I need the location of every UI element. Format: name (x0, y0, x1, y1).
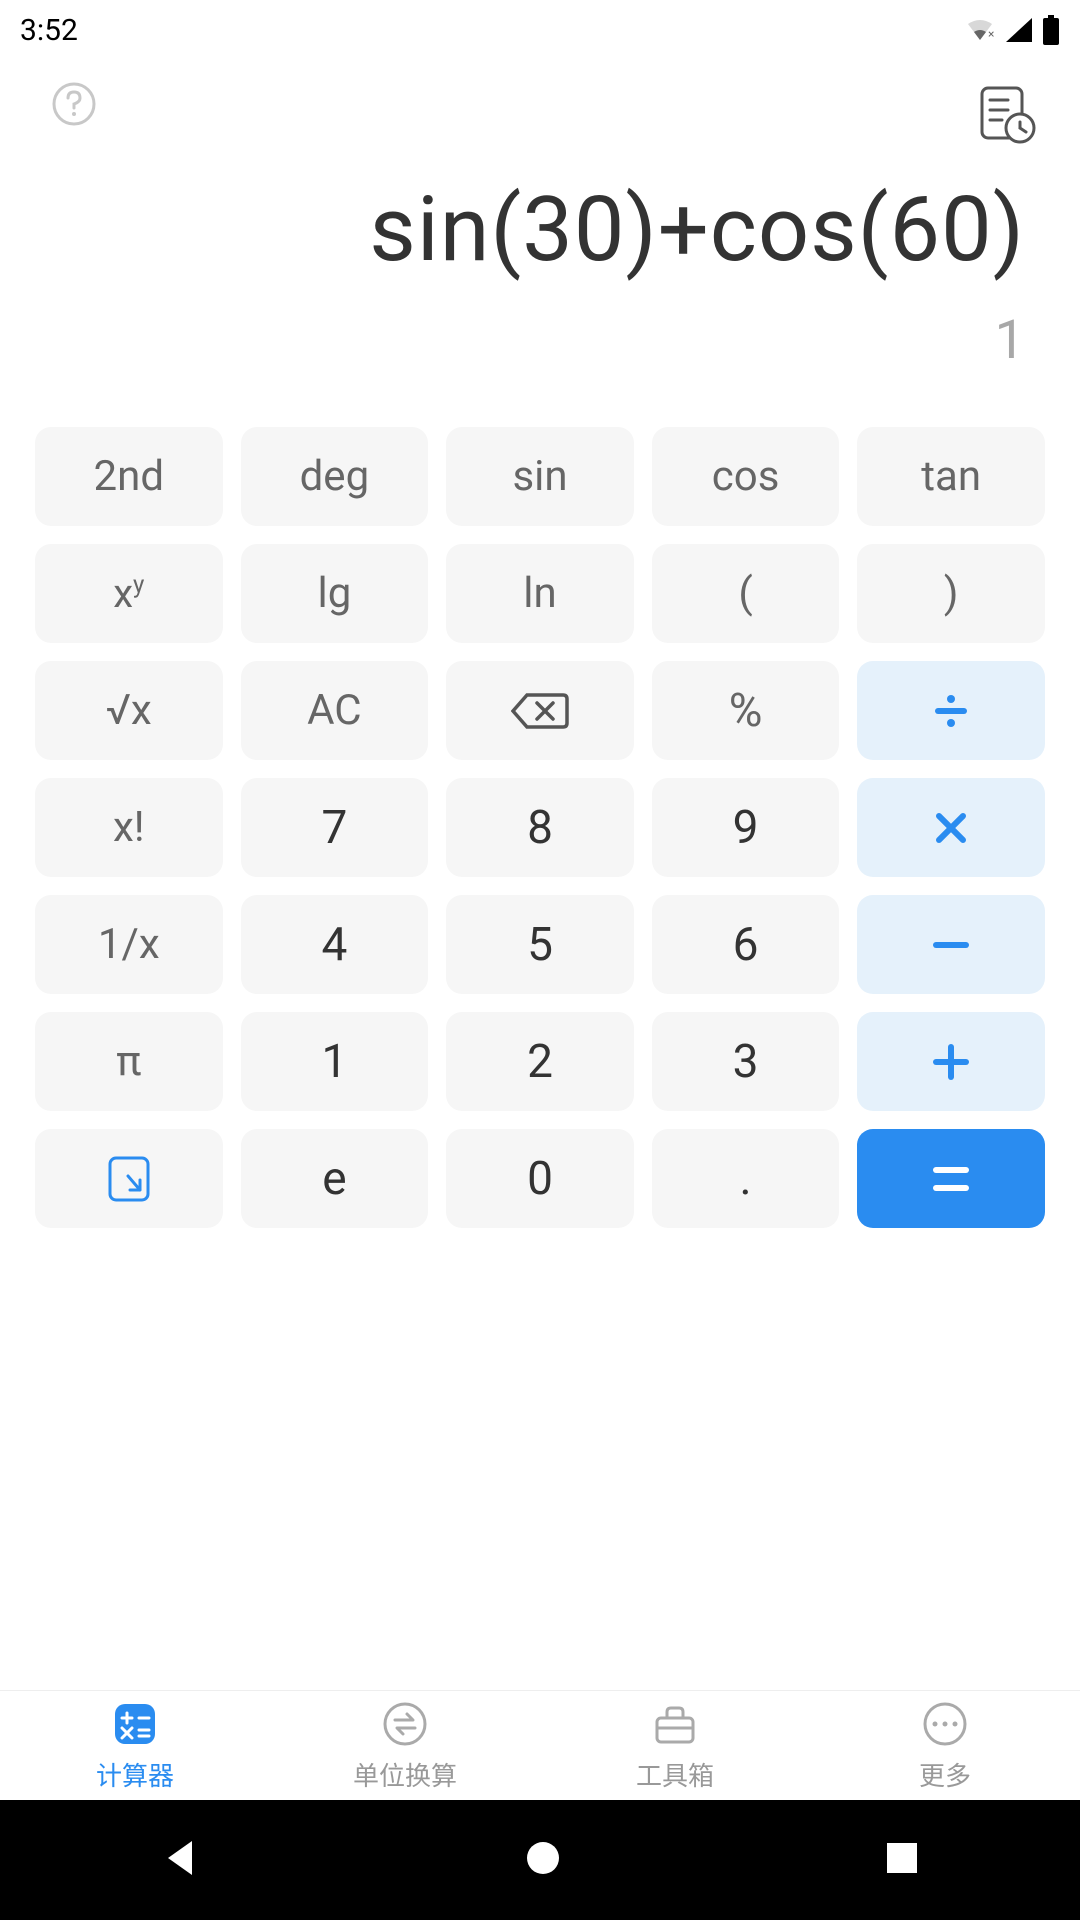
system-back-button[interactable] (160, 1837, 202, 1883)
nav-toolbox-label: 工具箱 (636, 1756, 714, 1793)
help-button[interactable] (50, 80, 98, 128)
key-minus[interactable] (857, 895, 1045, 994)
status-bar: 3:52 × (0, 0, 1080, 60)
key-ln[interactable]: ln (446, 544, 634, 643)
key-sin[interactable]: sin (446, 427, 634, 526)
key-e[interactable]: e (241, 1129, 429, 1228)
multiply-icon (933, 810, 969, 846)
back-icon (160, 1837, 202, 1879)
system-nav (0, 1800, 1080, 1920)
key-cos[interactable]: cos (652, 427, 840, 526)
svg-text:×: × (988, 27, 994, 41)
minus-icon (931, 940, 971, 950)
home-icon (523, 1838, 563, 1878)
key-2[interactable]: 2 (446, 1012, 634, 1111)
key-percent[interactable]: % (652, 661, 840, 760)
display: sin(30)+cos(60) 1 (0, 180, 1080, 372)
nav-toolbox[interactable]: 工具箱 (540, 1698, 810, 1793)
toolbox-icon (649, 1698, 701, 1750)
battery-icon (1042, 15, 1060, 45)
key-sqrt[interactable]: √x (35, 661, 223, 760)
key-lparen[interactable]: ( (652, 544, 840, 643)
header (0, 60, 1080, 180)
nav-calculator-label: 计算器 (96, 1756, 174, 1793)
key-reciprocal[interactable]: 1/x (35, 895, 223, 994)
key-8[interactable]: 8 (446, 778, 634, 877)
key-ac[interactable]: AC (241, 661, 429, 760)
backspace-icon (511, 691, 569, 731)
key-3[interactable]: 3 (652, 1012, 840, 1111)
more-icon (919, 1698, 971, 1750)
equals-icon (931, 1164, 971, 1194)
nav-more-label: 更多 (919, 1756, 971, 1793)
key-0[interactable]: 0 (446, 1129, 634, 1228)
key-7[interactable]: 7 (241, 778, 429, 877)
expression-text: sin(30)+cos(60) (55, 180, 1025, 279)
history-icon (972, 80, 1040, 148)
nav-calculator[interactable]: 计算器 (0, 1698, 270, 1793)
key-collapse[interactable] (35, 1129, 223, 1228)
key-equals[interactable] (857, 1129, 1045, 1228)
collapse-icon (106, 1154, 152, 1204)
calculator-icon (109, 1698, 161, 1750)
key-plus[interactable] (857, 1012, 1045, 1111)
wifi-off-icon: × (964, 16, 996, 44)
convert-icon (379, 1698, 431, 1750)
keypad: 2nd deg sin cos tan xy lg ln ( ) √x AC %… (0, 427, 1080, 1228)
nav-unit-label: 单位换算 (353, 1756, 457, 1793)
key-divide[interactable] (857, 661, 1045, 760)
bottom-nav: 计算器 单位换算 工具箱 更多 (0, 1690, 1080, 1800)
key-tan[interactable]: tan (857, 427, 1045, 526)
result-text: 1 (55, 309, 1025, 372)
key-multiply[interactable] (857, 778, 1045, 877)
key-5[interactable]: 5 (446, 895, 634, 994)
key-rparen[interactable]: ) (857, 544, 1045, 643)
key-6[interactable]: 6 (652, 895, 840, 994)
signal-icon (1004, 16, 1034, 44)
plus-icon (931, 1042, 971, 1082)
key-2nd[interactable]: 2nd (35, 427, 223, 526)
history-button[interactable] (972, 80, 1040, 148)
status-icons: × (964, 15, 1060, 45)
nav-more[interactable]: 更多 (810, 1698, 1080, 1793)
status-time: 3:52 (20, 13, 78, 48)
key-power[interactable]: xy (35, 544, 223, 643)
key-factorial[interactable]: x! (35, 778, 223, 877)
system-home-button[interactable] (523, 1838, 563, 1882)
system-recent-button[interactable] (884, 1840, 920, 1880)
key-deg[interactable]: deg (241, 427, 429, 526)
power-label: xy (113, 570, 144, 617)
key-lg[interactable]: lg (241, 544, 429, 643)
key-4[interactable]: 4 (241, 895, 429, 994)
key-dot[interactable]: . (652, 1129, 840, 1228)
help-icon (50, 80, 98, 128)
key-1[interactable]: 1 (241, 1012, 429, 1111)
key-backspace[interactable] (446, 661, 634, 760)
key-9[interactable]: 9 (652, 778, 840, 877)
recent-icon (884, 1840, 920, 1876)
key-pi[interactable]: π (35, 1012, 223, 1111)
divide-icon (931, 691, 971, 731)
nav-unit[interactable]: 单位换算 (270, 1698, 540, 1793)
